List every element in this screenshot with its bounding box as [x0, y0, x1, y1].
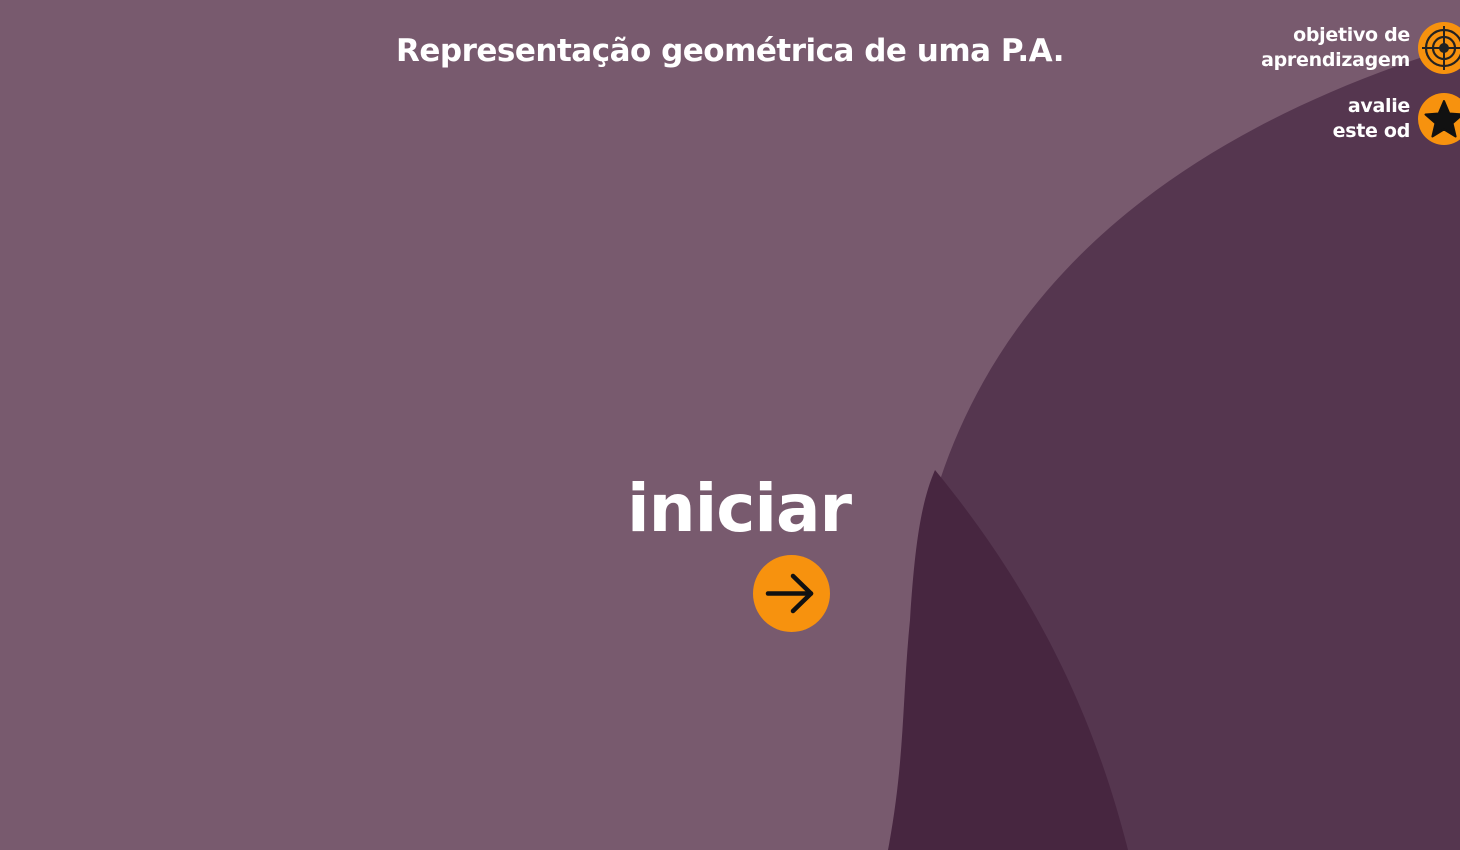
rate-this-button[interactable]: avalie este od — [1333, 93, 1460, 145]
star-icon[interactable] — [1418, 93, 1460, 145]
start-group: iniciar — [627, 470, 852, 632]
learning-objective-label: objetivo de aprendizagem — [1261, 24, 1410, 71]
background-shapes — [888, 45, 1460, 850]
learning-objective-button[interactable]: objetivo de aprendizagem — [1261, 22, 1460, 74]
rate-this-label: avalie este od — [1332, 95, 1411, 142]
page-title: Representação geométrica de uma P.A. — [396, 33, 1064, 69]
arrow-right-icon — [765, 573, 814, 614]
start-screen: Representação geométrica de uma P.A. obj… — [0, 0, 1460, 850]
target-icon[interactable] — [1418, 22, 1460, 74]
start-button[interactable] — [753, 555, 830, 632]
start-label: iniciar — [627, 470, 852, 547]
